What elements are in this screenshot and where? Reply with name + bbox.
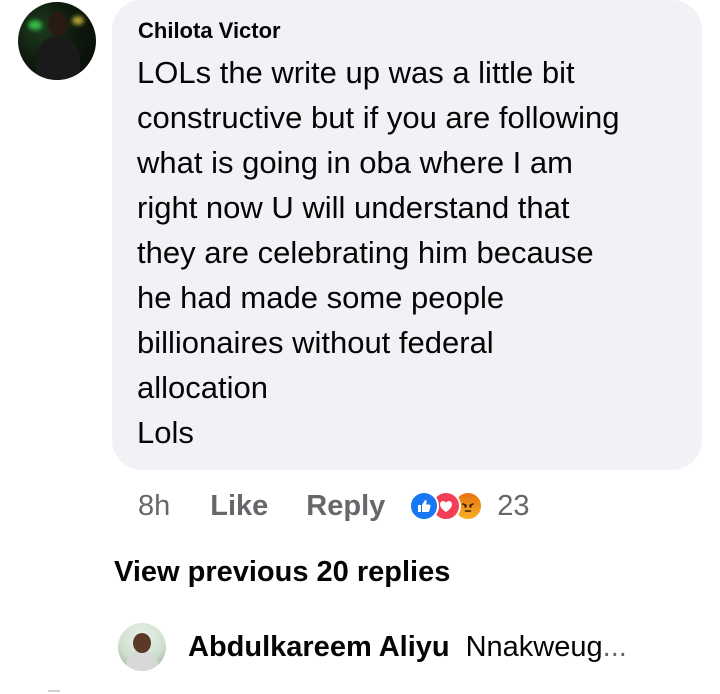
comment-bubble: Chilota Victor LOLs the write up was a l… — [112, 0, 702, 470]
avatar-figure-head — [48, 12, 68, 36]
comment-timestamp[interactable]: 8h — [138, 490, 170, 523]
avatar-figure-body — [36, 36, 80, 80]
commenter-avatar[interactable] — [18, 2, 96, 80]
reply-snippet: Nnakweug — [465, 630, 603, 663]
comment-actions: 8h Like Reply 23 — [138, 486, 530, 526]
reaction-summary[interactable] — [409, 491, 484, 521]
reply-button[interactable]: Reply — [306, 490, 385, 523]
reply-ellipsis: ... — [602, 630, 627, 663]
reaction-count[interactable]: 23 — [497, 490, 529, 523]
reply-author-name[interactable]: Abdulkareem Aliyu — [188, 631, 450, 664]
like-button[interactable]: Like — [210, 490, 268, 523]
divider — [48, 690, 60, 692]
comment-author[interactable]: Chilota Victor — [138, 18, 676, 44]
reply-author-avatar[interactable] — [118, 623, 166, 671]
view-previous-replies-link[interactable]: View previous 20 replies — [114, 556, 450, 589]
latest-reply-preview[interactable]: Abdulkareem Aliyu Nnakweug ... — [118, 622, 627, 672]
avatar-light — [72, 16, 84, 25]
avatar-figure-head — [133, 633, 151, 653]
comment-text: LOLs the write up was a little bit const… — [137, 55, 620, 450]
avatar-figure-body — [126, 651, 158, 671]
avatar-light — [28, 20, 42, 30]
